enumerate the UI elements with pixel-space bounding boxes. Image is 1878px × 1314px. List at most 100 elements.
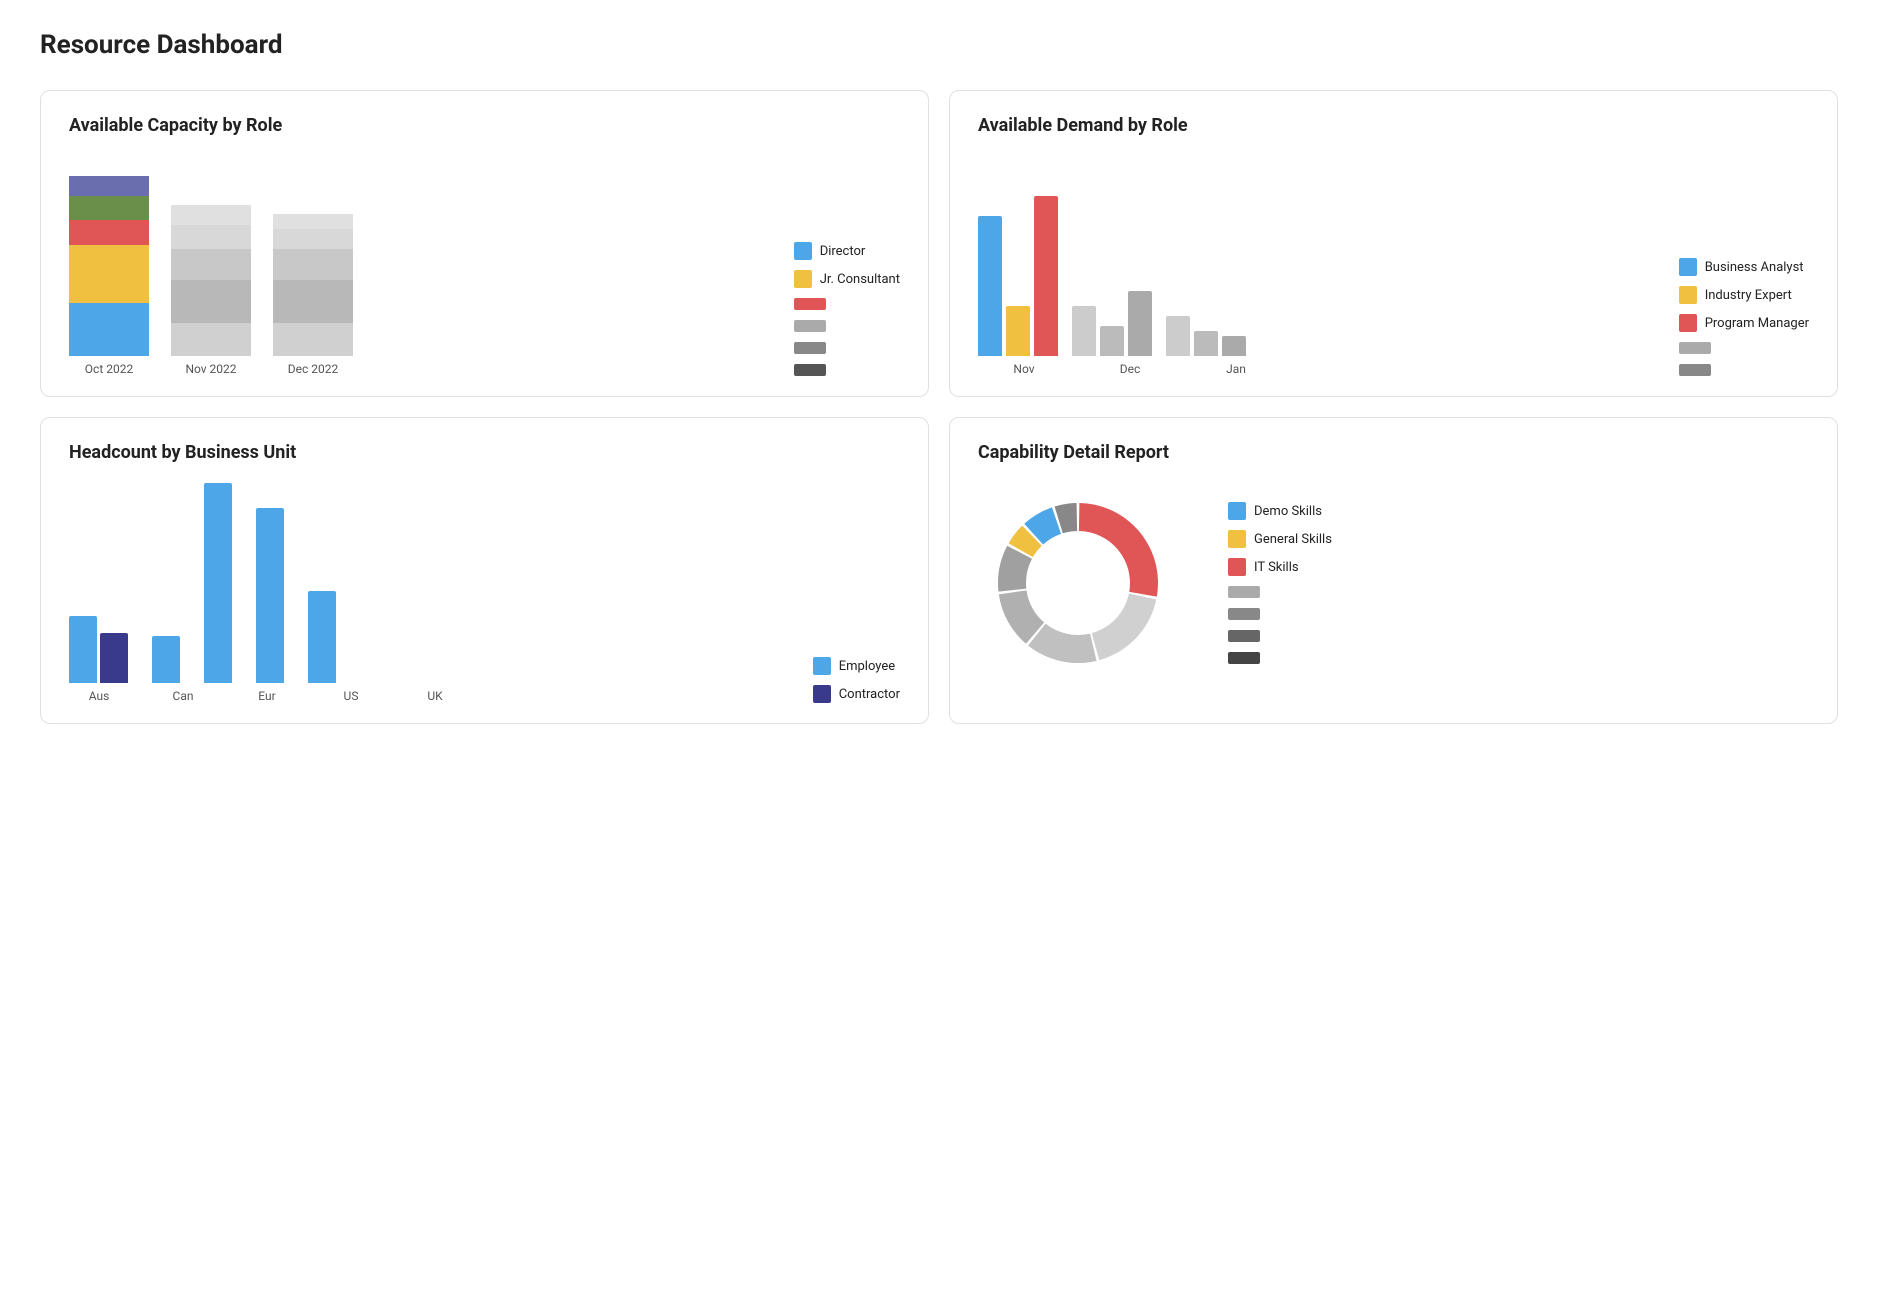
legend-swatch — [1679, 342, 1711, 354]
legend-swatch — [813, 657, 831, 675]
legend-item: Contractor — [813, 685, 900, 703]
bar-segment — [69, 176, 149, 196]
employee-bar — [256, 508, 284, 683]
employee-bar — [152, 636, 180, 683]
legend-label: Program Manager — [1705, 316, 1809, 331]
bar-segment — [69, 196, 149, 220]
demand-bar-groups — [978, 156, 1659, 356]
demand-bar — [1006, 306, 1030, 356]
capacity-chart-area: Oct 2022 Nov 2022 Dec 2022 Director Jr. Con… — [69, 156, 900, 376]
headcount-bar-groups — [69, 483, 793, 683]
bar-segment — [273, 280, 353, 322]
legend-swatch — [1228, 558, 1246, 576]
demand-bar — [1222, 336, 1246, 356]
legend-item — [1679, 364, 1809, 376]
employee-bar — [308, 591, 336, 683]
headcount-legend: Employee Contractor — [813, 657, 900, 703]
legend-item — [794, 320, 900, 332]
legend-swatch — [794, 242, 812, 260]
headcount-x-label: Can — [153, 689, 213, 703]
headcount-bar-group — [152, 483, 180, 683]
headcount-bars — [69, 483, 128, 683]
legend-swatch — [1228, 530, 1246, 548]
bar-segment — [171, 249, 251, 280]
legend-label: Contractor — [839, 687, 900, 702]
legend-label: IT Skills — [1254, 560, 1299, 575]
demand-bar — [978, 216, 1002, 356]
legend-item — [1228, 630, 1332, 642]
legend-item — [1228, 652, 1332, 664]
legend-swatch — [1228, 586, 1260, 598]
demand-bars — [1166, 156, 1246, 356]
capability-title: Capability Detail Report — [978, 442, 1809, 463]
demand-bars — [978, 156, 1058, 356]
legend-item — [794, 298, 900, 310]
legend-label: Director — [820, 244, 866, 259]
headcount-bar-group — [69, 483, 128, 683]
contractor-bar — [100, 633, 128, 683]
legend-swatch — [1228, 652, 1260, 664]
bar-x-label: Oct 2022 — [69, 362, 149, 376]
legend-item: IT Skills — [1228, 558, 1332, 576]
demand-bar — [1072, 306, 1096, 356]
headcount-bar-group — [256, 483, 284, 683]
legend-item — [1228, 586, 1332, 598]
bar-segment — [171, 280, 251, 322]
capacity-bar-groups — [69, 156, 774, 356]
legend-label: Jr. Consultant — [820, 272, 900, 287]
demand-bar — [1194, 331, 1218, 356]
legend-item: Demo Skills — [1228, 502, 1332, 520]
headcount-bars — [308, 483, 336, 683]
donut-segment — [1079, 503, 1158, 597]
legend-swatch — [1679, 258, 1697, 276]
legend-label: General Skills — [1254, 532, 1332, 547]
bar-segment — [273, 229, 353, 249]
headcount-bars-area: AusCanEurUSUK — [69, 483, 793, 703]
demand-chart-area: NovDecJan Business AnalystIndustry Exper… — [978, 156, 1809, 376]
bar-segment — [69, 245, 149, 303]
demand-card: Available Demand by Role NovDecJan Busin… — [949, 90, 1838, 397]
legend-label: Demo Skills — [1254, 504, 1322, 519]
headcount-bar-group — [308, 483, 336, 683]
legend-swatch — [1679, 364, 1711, 376]
demand-bar — [1034, 196, 1058, 356]
bar-segment — [69, 220, 149, 244]
capacity-x-labels: Oct 2022 Nov 2022 Dec 2022 — [69, 362, 774, 376]
donut-segment — [1028, 624, 1096, 663]
legend-item — [794, 364, 900, 376]
bar-x-label: Nov 2022 — [171, 362, 251, 376]
capacity-card: Available Capacity by Role Oct 2022Nov 2… — [40, 90, 929, 397]
capacity-legend: Director Jr. Consultant — [794, 242, 900, 376]
headcount-title: Headcount by Business Unit — [69, 442, 900, 463]
headcount-x-label: Eur — [237, 689, 297, 703]
capability-card: Capability Detail Report Demo Skills Gene… — [949, 417, 1838, 724]
bar-segment — [273, 214, 353, 230]
capability-chart-area: Demo Skills General Skills IT Skills — [978, 483, 1809, 683]
bar-x-label: Dec 2022 — [273, 362, 353, 376]
demand-legend: Business AnalystIndustry ExpertProgram M… — [1679, 258, 1809, 376]
headcount-x-label: Aus — [69, 689, 129, 703]
demand-month-group — [1072, 156, 1152, 356]
headcount-bars — [204, 483, 232, 683]
demand-bar — [1166, 316, 1190, 356]
headcount-bars — [256, 483, 284, 683]
legend-item: Program Manager — [1679, 314, 1809, 332]
capacity-bar-group — [69, 156, 149, 356]
legend-swatch — [1679, 314, 1697, 332]
legend-label: Business Analyst — [1705, 260, 1804, 275]
legend-item: Employee — [813, 657, 900, 675]
legend-item: Business Analyst — [1679, 258, 1809, 276]
demand-bar — [1128, 291, 1152, 356]
demand-month-group — [1166, 156, 1246, 356]
demand-bars-area: NovDecJan — [978, 156, 1659, 376]
capability-legend: Demo Skills General Skills IT Skills — [1228, 502, 1332, 664]
legend-label: Employee — [839, 659, 895, 674]
demand-x-labels: NovDecJan — [978, 362, 1659, 376]
headcount-card: Headcount by Business Unit AusCanEurUSUK… — [40, 417, 929, 724]
legend-swatch — [794, 342, 826, 354]
legend-swatch — [813, 685, 831, 703]
demand-bar — [1100, 326, 1124, 356]
legend-item — [794, 342, 900, 354]
demand-title: Available Demand by Role — [978, 115, 1809, 136]
legend-item — [1679, 342, 1809, 354]
